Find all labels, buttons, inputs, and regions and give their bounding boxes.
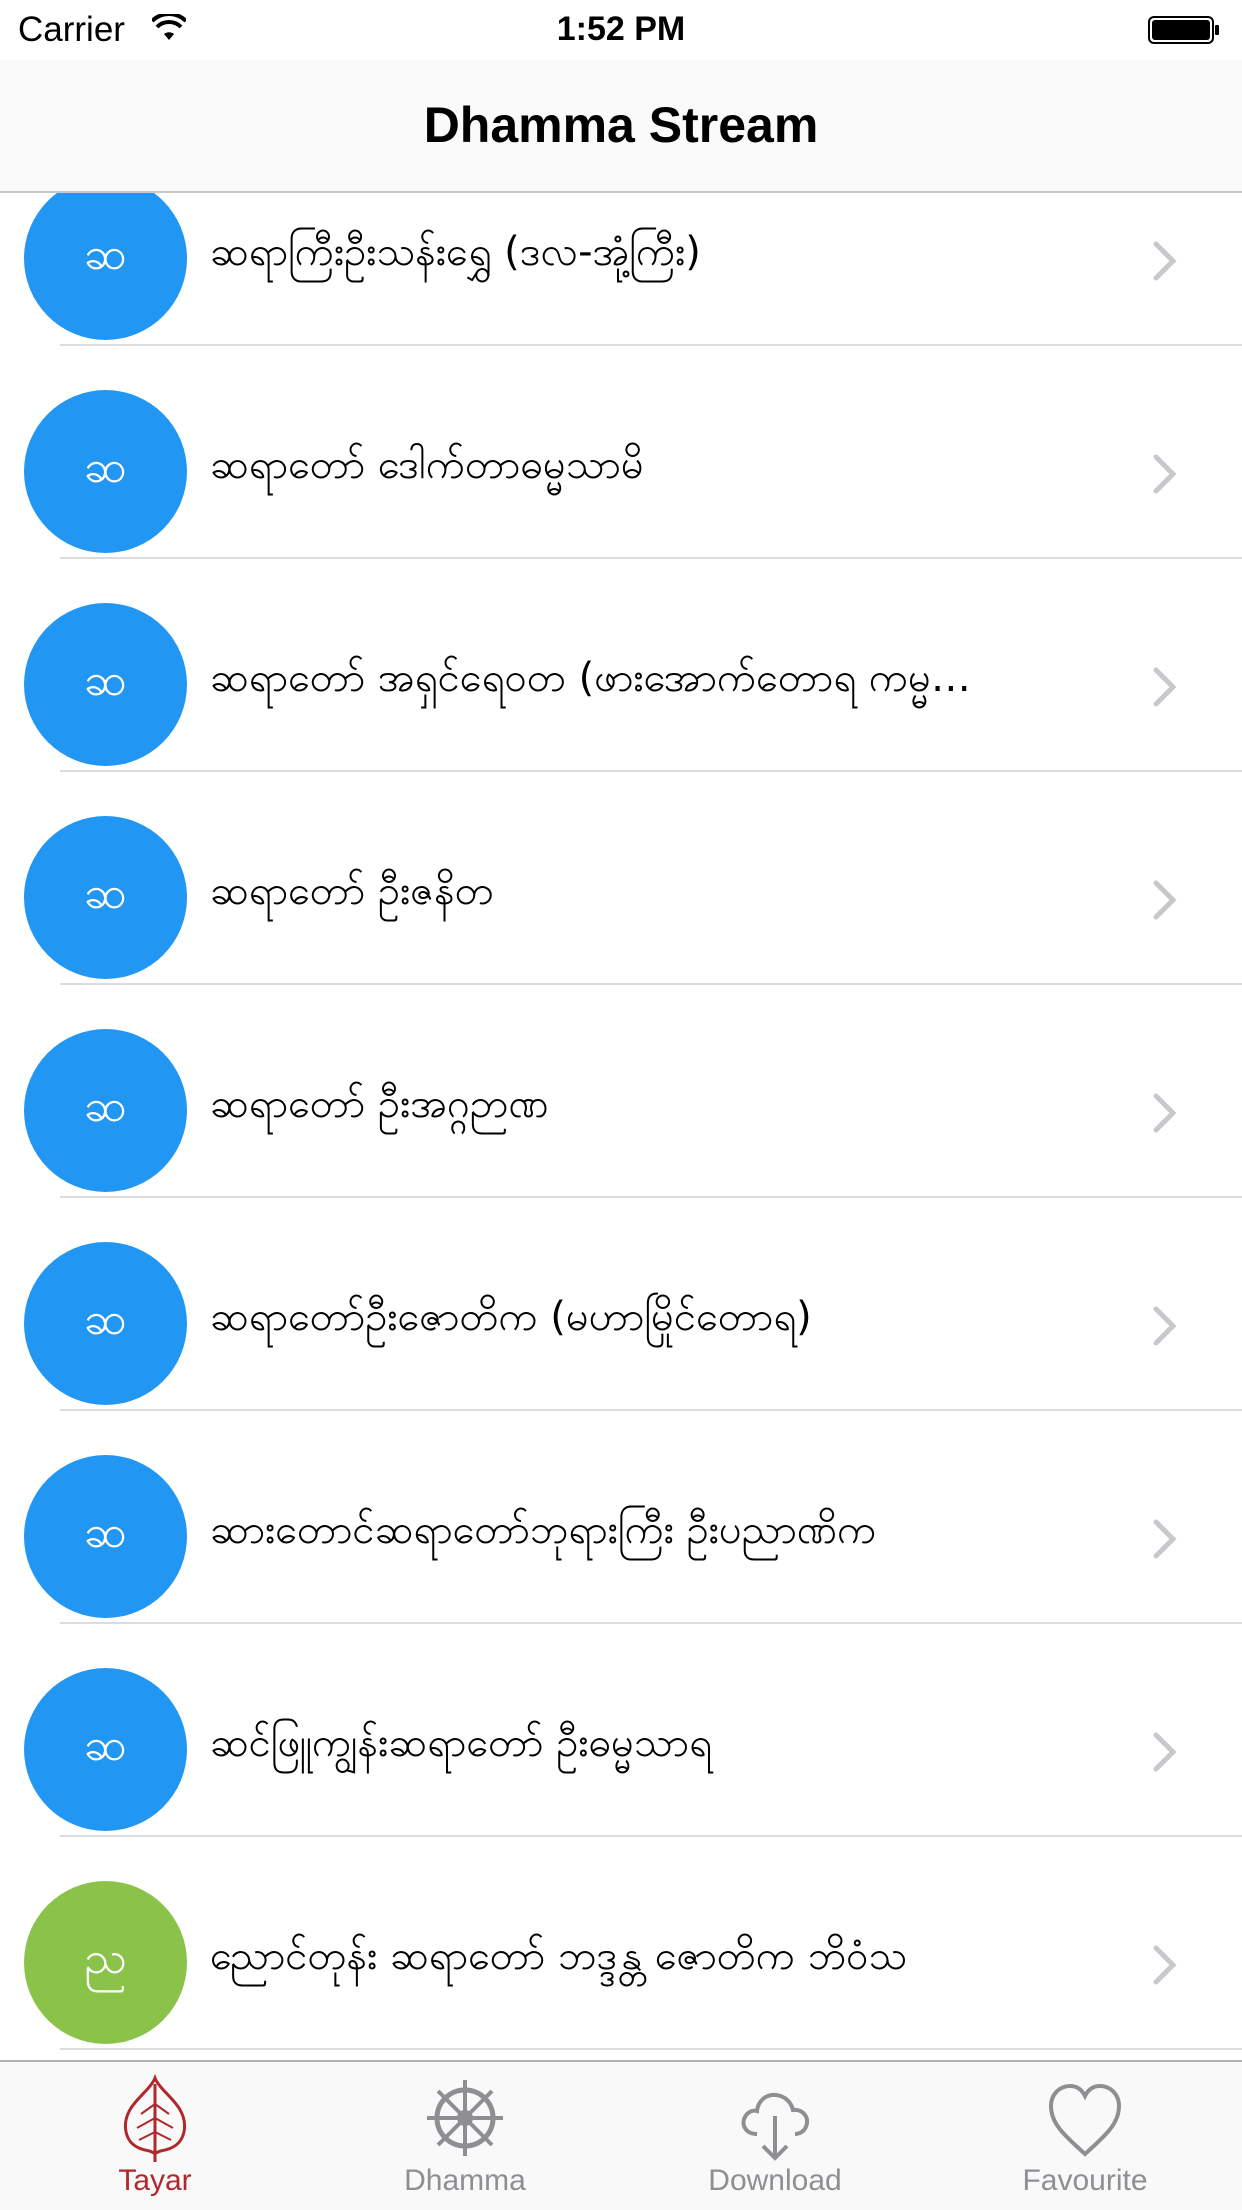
list-row[interactable]: ဆ ဆရာတော် အရှင်ရေဝတ (ဖားအောက်တောရ ကမ္မ…	[0, 559, 1242, 772]
row-title: ဆားတောင်ဆရာတော်ဘုရားကြီး ဦးပညာဏိက	[210, 1507, 877, 1553]
chevron-right-icon	[1153, 880, 1177, 920]
navigation-bar: Dhamma Stream	[0, 60, 1242, 193]
battery-icon	[1148, 16, 1219, 44]
list-row[interactable]: ဆ ဆရာတော် ဦးဇနိတ	[0, 772, 1242, 985]
avatar: ဆ	[24, 816, 187, 979]
avatar: ဆ	[24, 193, 187, 340]
row-title: ဆရာတော်ဦးဇောတိက (မဟာမြိုင်တောရ)	[210, 1294, 812, 1340]
bodhi-leaf-icon	[123, 2074, 187, 2162]
avatar: ဆ	[24, 1029, 187, 1192]
chevron-right-icon	[1153, 454, 1177, 494]
tab-label: Favourite	[1022, 2164, 1148, 2197]
chevron-right-icon	[1153, 241, 1177, 281]
list-row[interactable]: ဆ ဆရာတော် ဒေါက်တာဓမ္မသာမိ	[0, 346, 1242, 559]
row-title: ဆရာတော် ဦးဇနိတ	[210, 868, 494, 914]
row-title: ဆရာတော် ဒေါက်တာဓမ္မသာမိ	[210, 442, 644, 488]
chevron-right-icon	[1153, 1519, 1177, 1559]
list-row-partial[interactable]	[0, 2050, 1242, 2060]
chevron-right-icon	[1153, 1945, 1177, 1985]
tab-tayar[interactable]: Tayar	[0, 2062, 310, 2210]
avatar: ဆ	[24, 1455, 187, 1618]
heart-icon	[1048, 2083, 1122, 2157]
status-bar: Carrier 1:52 PM	[0, 0, 1242, 60]
avatar: ဆ	[24, 603, 187, 766]
avatar: ည	[24, 1881, 187, 2044]
tab-dhamma[interactable]: Dhamma	[310, 2062, 620, 2210]
list-row[interactable]: ဆ ဆင်ဖြူကျွန်းဆရာတော် ဦးဓမ္မသာရ	[0, 1624, 1242, 1837]
avatar: ဆ	[24, 390, 187, 553]
avatar: ဆ	[24, 1242, 187, 1405]
tab-bar: Tayar Dhamma Download Favourite	[0, 2060, 1242, 2210]
chevron-right-icon	[1153, 667, 1177, 707]
row-title: ဆရာကြီးဦးသန်းရွှေ (ဒလ-အုံ့ကြီး)	[210, 229, 701, 275]
page-title: Dhamma Stream	[423, 97, 819, 153]
row-title: ဆင်ဖြူကျွန်းဆရာတော် ဦးဓမ္မသာရ	[210, 1720, 712, 1766]
row-title: ဆရာတော် ဦးအဂ္ဂဉာဏ	[210, 1081, 549, 1127]
tab-label: Dhamma	[404, 2164, 526, 2197]
list-row[interactable]: ည ညောင်တုန်း ဆရာတော် ဘဒ္ဒန္တ ဇောတိက ဘိဝံ…	[0, 1837, 1242, 2050]
row-title: ဆရာတော် အရှင်ရေဝတ (ဖားအောက်တောရ ကမ္မ…	[210, 655, 971, 701]
list-row[interactable]: ဆ ဆရာတော် ဦးအဂ္ဂဉာဏ	[0, 985, 1242, 1198]
chevron-right-icon	[1153, 1093, 1177, 1133]
tab-favourite[interactable]: Favourite	[930, 2062, 1240, 2210]
list-row[interactable]: ဆ ဆရာကြီးဦးသန်းရွှေ (ဒလ-အုံ့ကြီး)	[0, 193, 1242, 346]
status-time: 1:52 PM	[556, 10, 686, 48]
chevron-right-icon	[1153, 1732, 1177, 1772]
teacher-list[interactable]: ဆ ဆရာကြီးဦးသန်းရွှေ (ဒလ-အုံ့ကြီး) ဆ ဆရာတ…	[0, 193, 1242, 2060]
avatar: ဆ	[24, 1668, 187, 1831]
tab-label: Tayar	[118, 2164, 192, 2197]
tab-download[interactable]: Download	[620, 2062, 930, 2210]
cloud-download-icon	[741, 2092, 810, 2161]
chevron-right-icon	[1153, 1306, 1177, 1346]
tab-label: Download	[708, 2164, 842, 2197]
dharma-wheel-icon	[427, 2080, 503, 2156]
list-row[interactable]: ဆ ဆရာတော်ဦးဇောတိက (မဟာမြိုင်တောရ)	[0, 1198, 1242, 1411]
list-row[interactable]: ဆ ဆားတောင်ဆရာတော်ဘုရားကြီး ဦးပညာဏိက	[0, 1411, 1242, 1624]
row-title: ညောင်တုန်း ဆရာတော် ဘဒ္ဒန္တ ဇောတိက ဘိဝံသ	[210, 1933, 908, 1979]
